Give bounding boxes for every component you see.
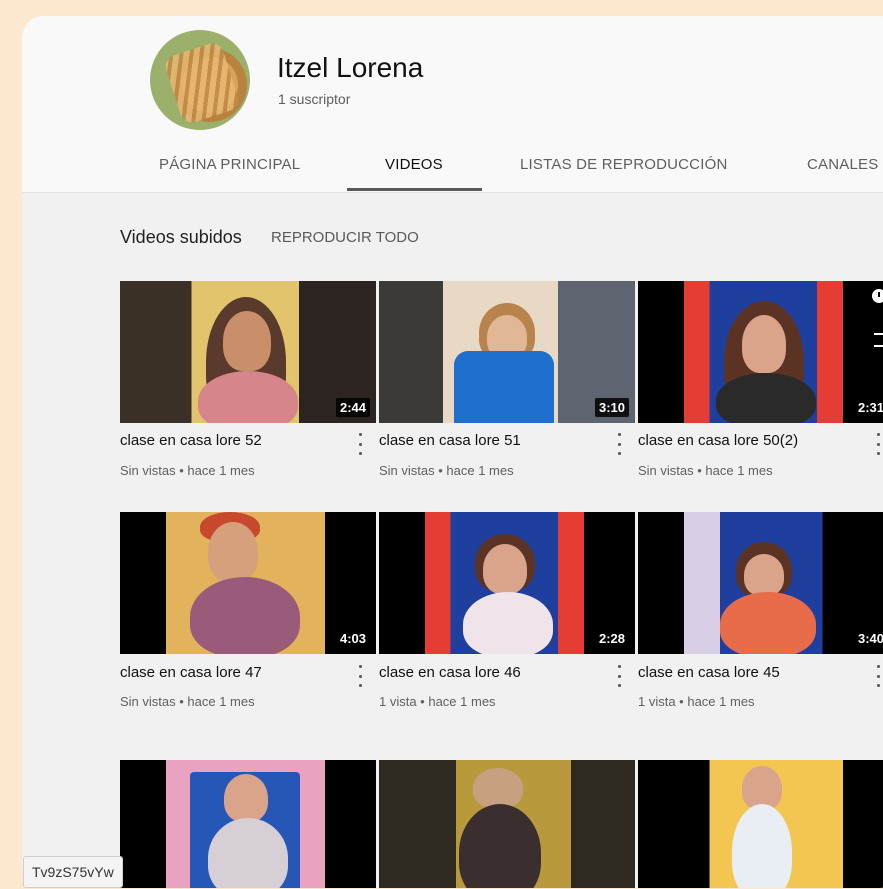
video-duration: 2:31 — [853, 398, 883, 417]
video-meta: 1 vista • hace 1 mes — [638, 694, 755, 709]
subscriber-count: 1 suscriptor — [278, 91, 351, 107]
video-meta: Sin vistas • hace 1 mes — [379, 463, 514, 478]
video-duration: 3:40 — [853, 629, 883, 648]
more-options-icon[interactable] — [354, 665, 366, 687]
video-title[interactable]: clase en casa lore 50(2) — [638, 432, 858, 449]
tab-channels[interactable]: CANALES — [807, 156, 878, 173]
more-options-icon[interactable] — [613, 433, 625, 455]
clock-icon[interactable] — [872, 289, 883, 303]
channel-name: Itzel Lorena — [277, 52, 424, 83]
more-options-icon[interactable] — [872, 433, 883, 455]
video-duration: 2:28 — [594, 629, 629, 648]
video-duration: 2:44 — [335, 398, 370, 417]
video-title[interactable]: clase en casa lore 52 — [120, 432, 340, 449]
queue-icon[interactable] — [874, 333, 883, 347]
video-title[interactable]: clase en casa lore 51 — [379, 432, 599, 449]
video-meta: Sin vistas • hace 1 mes — [638, 463, 773, 478]
section-title: Videos subidos — [120, 227, 242, 247]
video-duration: 4:03 — [335, 629, 370, 648]
play-all-button[interactable]: REPRODUCIR TODO — [271, 229, 419, 246]
video-thumbnail[interactable] — [120, 760, 376, 888]
video-thumbnail[interactable]: 3:40 — [638, 512, 883, 654]
active-tab-indicator — [347, 188, 482, 191]
tab-home[interactable]: PÁGINA PRINCIPAL — [159, 156, 300, 173]
video-duration: 3:10 — [594, 398, 629, 417]
more-options-icon[interactable] — [613, 665, 625, 687]
video-thumbnail[interactable] — [638, 760, 883, 888]
video-thumbnail[interactable]: 2:28 — [379, 512, 635, 654]
video-thumbnail[interactable]: 2:31 — [638, 281, 883, 423]
video-thumbnail[interactable]: 3:10 — [379, 281, 635, 423]
channel-page: Itzel Lorena 1 suscriptor PÁGINA PRINCIP… — [22, 16, 883, 888]
more-options-icon[interactable] — [872, 665, 883, 687]
video-title[interactable]: clase en casa lore 47 — [120, 664, 340, 681]
video-title[interactable]: clase en casa lore 45 — [638, 664, 858, 681]
video-meta: 1 vista • hace 1 mes — [379, 694, 496, 709]
channel-avatar[interactable] — [150, 30, 250, 130]
video-thumbnail[interactable]: 4:03 — [120, 512, 376, 654]
tab-videos[interactable]: VIDEOS — [385, 156, 443, 173]
video-thumbnail[interactable] — [379, 760, 635, 888]
video-thumbnail[interactable]: 2:44 — [120, 281, 376, 423]
video-meta: Sin vistas • hace 1 mes — [120, 463, 255, 478]
more-options-icon[interactable] — [354, 433, 366, 455]
channel-header: Itzel Lorena 1 suscriptor PÁGINA PRINCIP… — [22, 16, 883, 193]
tab-playlists[interactable]: LISTAS DE REPRODUCCIÓN — [520, 156, 728, 173]
video-meta: Sin vistas • hace 1 mes — [120, 694, 255, 709]
link-url-tooltip: Tv9zS75vYw — [23, 856, 123, 888]
video-title[interactable]: clase en casa lore 46 — [379, 664, 599, 681]
